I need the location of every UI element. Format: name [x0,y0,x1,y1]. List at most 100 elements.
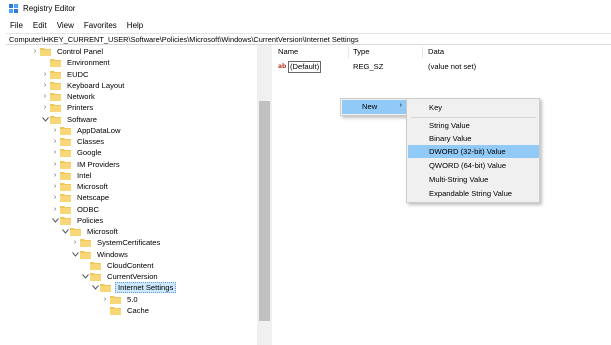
chevron-down-icon[interactable] [60,226,70,237]
chevron-right-icon[interactable]: › [50,204,60,215]
folder-icon [70,227,81,236]
new-menu-item[interactable]: New › [342,100,406,114]
tree-item[interactable]: CloudContent [80,260,155,271]
submenu-item-dword-value[interactable]: DWORD (32-bit) Value [408,145,539,158]
menu-favorites[interactable]: Favorites [84,19,117,32]
folder-icon [80,238,91,248]
chevron-right-icon[interactable]: › [50,170,60,181]
folder-icon [60,193,71,203]
tree-item[interactable]: › ODBC [50,204,101,215]
tree-item-label: Netscape [77,193,110,203]
tree-item[interactable]: › AppDataLow [50,125,122,136]
tree-item[interactable]: › Netscape [50,192,111,203]
submenu-item-key[interactable]: Key [408,101,539,114]
string-value-icon: ab [278,63,287,70]
chevron-right-icon[interactable]: › [40,102,50,113]
tree-item-label: Printers [67,103,94,113]
menu-view[interactable]: View [57,19,74,32]
tree-item[interactable]: › Classes [50,136,106,147]
chevron-down-icon[interactable] [70,249,80,260]
tree-item[interactable]: › Microsoft [50,181,110,192]
tree-item[interactable]: Software [40,114,99,125]
window-title: Registry Editor [23,4,76,13]
column-header-type[interactable]: Type [353,47,369,56]
tree-item[interactable]: › Google [50,147,104,158]
folder-icon [90,261,101,270]
column-header-data[interactable]: Data [428,47,444,56]
tree-scrollbar[interactable] [257,45,272,345]
chevron-right-icon[interactable]: › [50,136,60,147]
submenu-item-string-value[interactable]: String Value [408,119,539,132]
value-name: (Default) [288,61,322,73]
menu-help[interactable]: Help [127,19,143,32]
chevron-right-icon[interactable]: › [50,181,60,192]
chevron-right-icon[interactable]: › [50,192,60,203]
folder-icon [60,137,71,146]
context-menu: New › [340,98,408,116]
tree-item[interactable]: Microsoft [60,226,120,237]
tree-item[interactable]: Cache [100,305,151,316]
tree-item-label: Internet Settings [115,282,177,294]
folder-icon [40,47,51,56]
folder-icon [80,250,91,259]
chevron-down-icon[interactable] [90,282,100,293]
chevron-right-icon[interactable]: › [40,80,50,91]
registry-editor-icon [9,4,19,14]
chevron-right-icon[interactable]: › [50,125,60,136]
menu-file[interactable]: File [10,19,23,32]
chevron-down-icon[interactable] [50,215,60,226]
chevron-down-icon[interactable] [40,114,50,125]
column-header-name[interactable]: Name [278,47,298,56]
tree-item-label: CurrentVersion [107,272,158,281]
folder-icon [60,160,71,169]
folder-icon [50,92,61,101]
tree-item-label: CloudContent [107,260,154,270]
tree-item[interactable]: › Keyboard Layout [40,80,126,91]
tree-item[interactable]: › Intel [50,170,93,181]
tree-item-label: Keyboard Layout [67,80,125,90]
chevron-right-icon[interactable]: › [40,91,50,102]
chevron-down-icon[interactable] [80,271,90,282]
folder-icon [90,272,101,281]
column-divider[interactable] [422,47,423,58]
tree-item[interactable]: › EUDC [40,69,91,80]
tree-item[interactable]: Policies [50,215,105,226]
tree-item[interactable]: Environment [40,57,112,68]
tree-item[interactable]: › IM Providers [50,159,122,170]
folder-icon [60,171,71,180]
tree-item-label: Windows [97,249,128,259]
tree-item-label: ODBC [77,204,99,214]
tree-item[interactable]: › Printers [40,102,95,113]
value-row[interactable]: ab (Default) REG_SZ (value not set) [278,61,608,73]
menu-edit[interactable]: Edit [33,19,47,32]
tree-scrollbar-thumb[interactable] [259,101,270,321]
tree-item[interactable]: Internet Settings [90,282,177,294]
chevron-right-icon[interactable]: › [50,147,60,158]
tree-item[interactable]: › Network [40,91,97,102]
chevron-right-icon[interactable]: › [100,294,110,305]
tree-item-label: Google [77,148,102,158]
tree-item-label: SystemCertificates [97,238,161,248]
chevron-right-icon[interactable]: › [40,69,50,80]
tree-item[interactable]: CurrentVersion [80,271,160,282]
new-menu-label: New [362,102,378,111]
tree-item[interactable]: › Control Panel [30,46,105,57]
chevron-right-icon[interactable]: › [70,237,80,248]
tree-item-label: Intel [77,170,92,180]
folder-icon [50,81,61,90]
submenu-item-qword-value[interactable]: QWORD (64-bit) Value [408,159,539,172]
tree-item[interactable]: › SystemCertificates [70,237,162,248]
address-bar[interactable]: Computer\HKEY_CURRENT_USER\Software\Poli… [6,33,611,45]
column-divider[interactable] [348,47,349,58]
chevron-right-icon[interactable]: › [30,46,40,57]
key-tree: › Control Panel Environment › EUDC › Keyboard … [6,45,272,345]
value-type: REG_SZ [353,62,384,71]
submenu-item-expandable-string-value[interactable]: Expandable String Value [408,187,539,200]
submenu-item-multi-string-value[interactable]: Multi-String Value [408,173,539,186]
tree-item[interactable]: Windows [70,249,130,260]
chevron-right-icon[interactable]: › [50,159,60,170]
submenu-item-binary-value[interactable]: Binary Value [408,132,539,145]
tree-item[interactable]: › 5.0 [100,294,140,305]
